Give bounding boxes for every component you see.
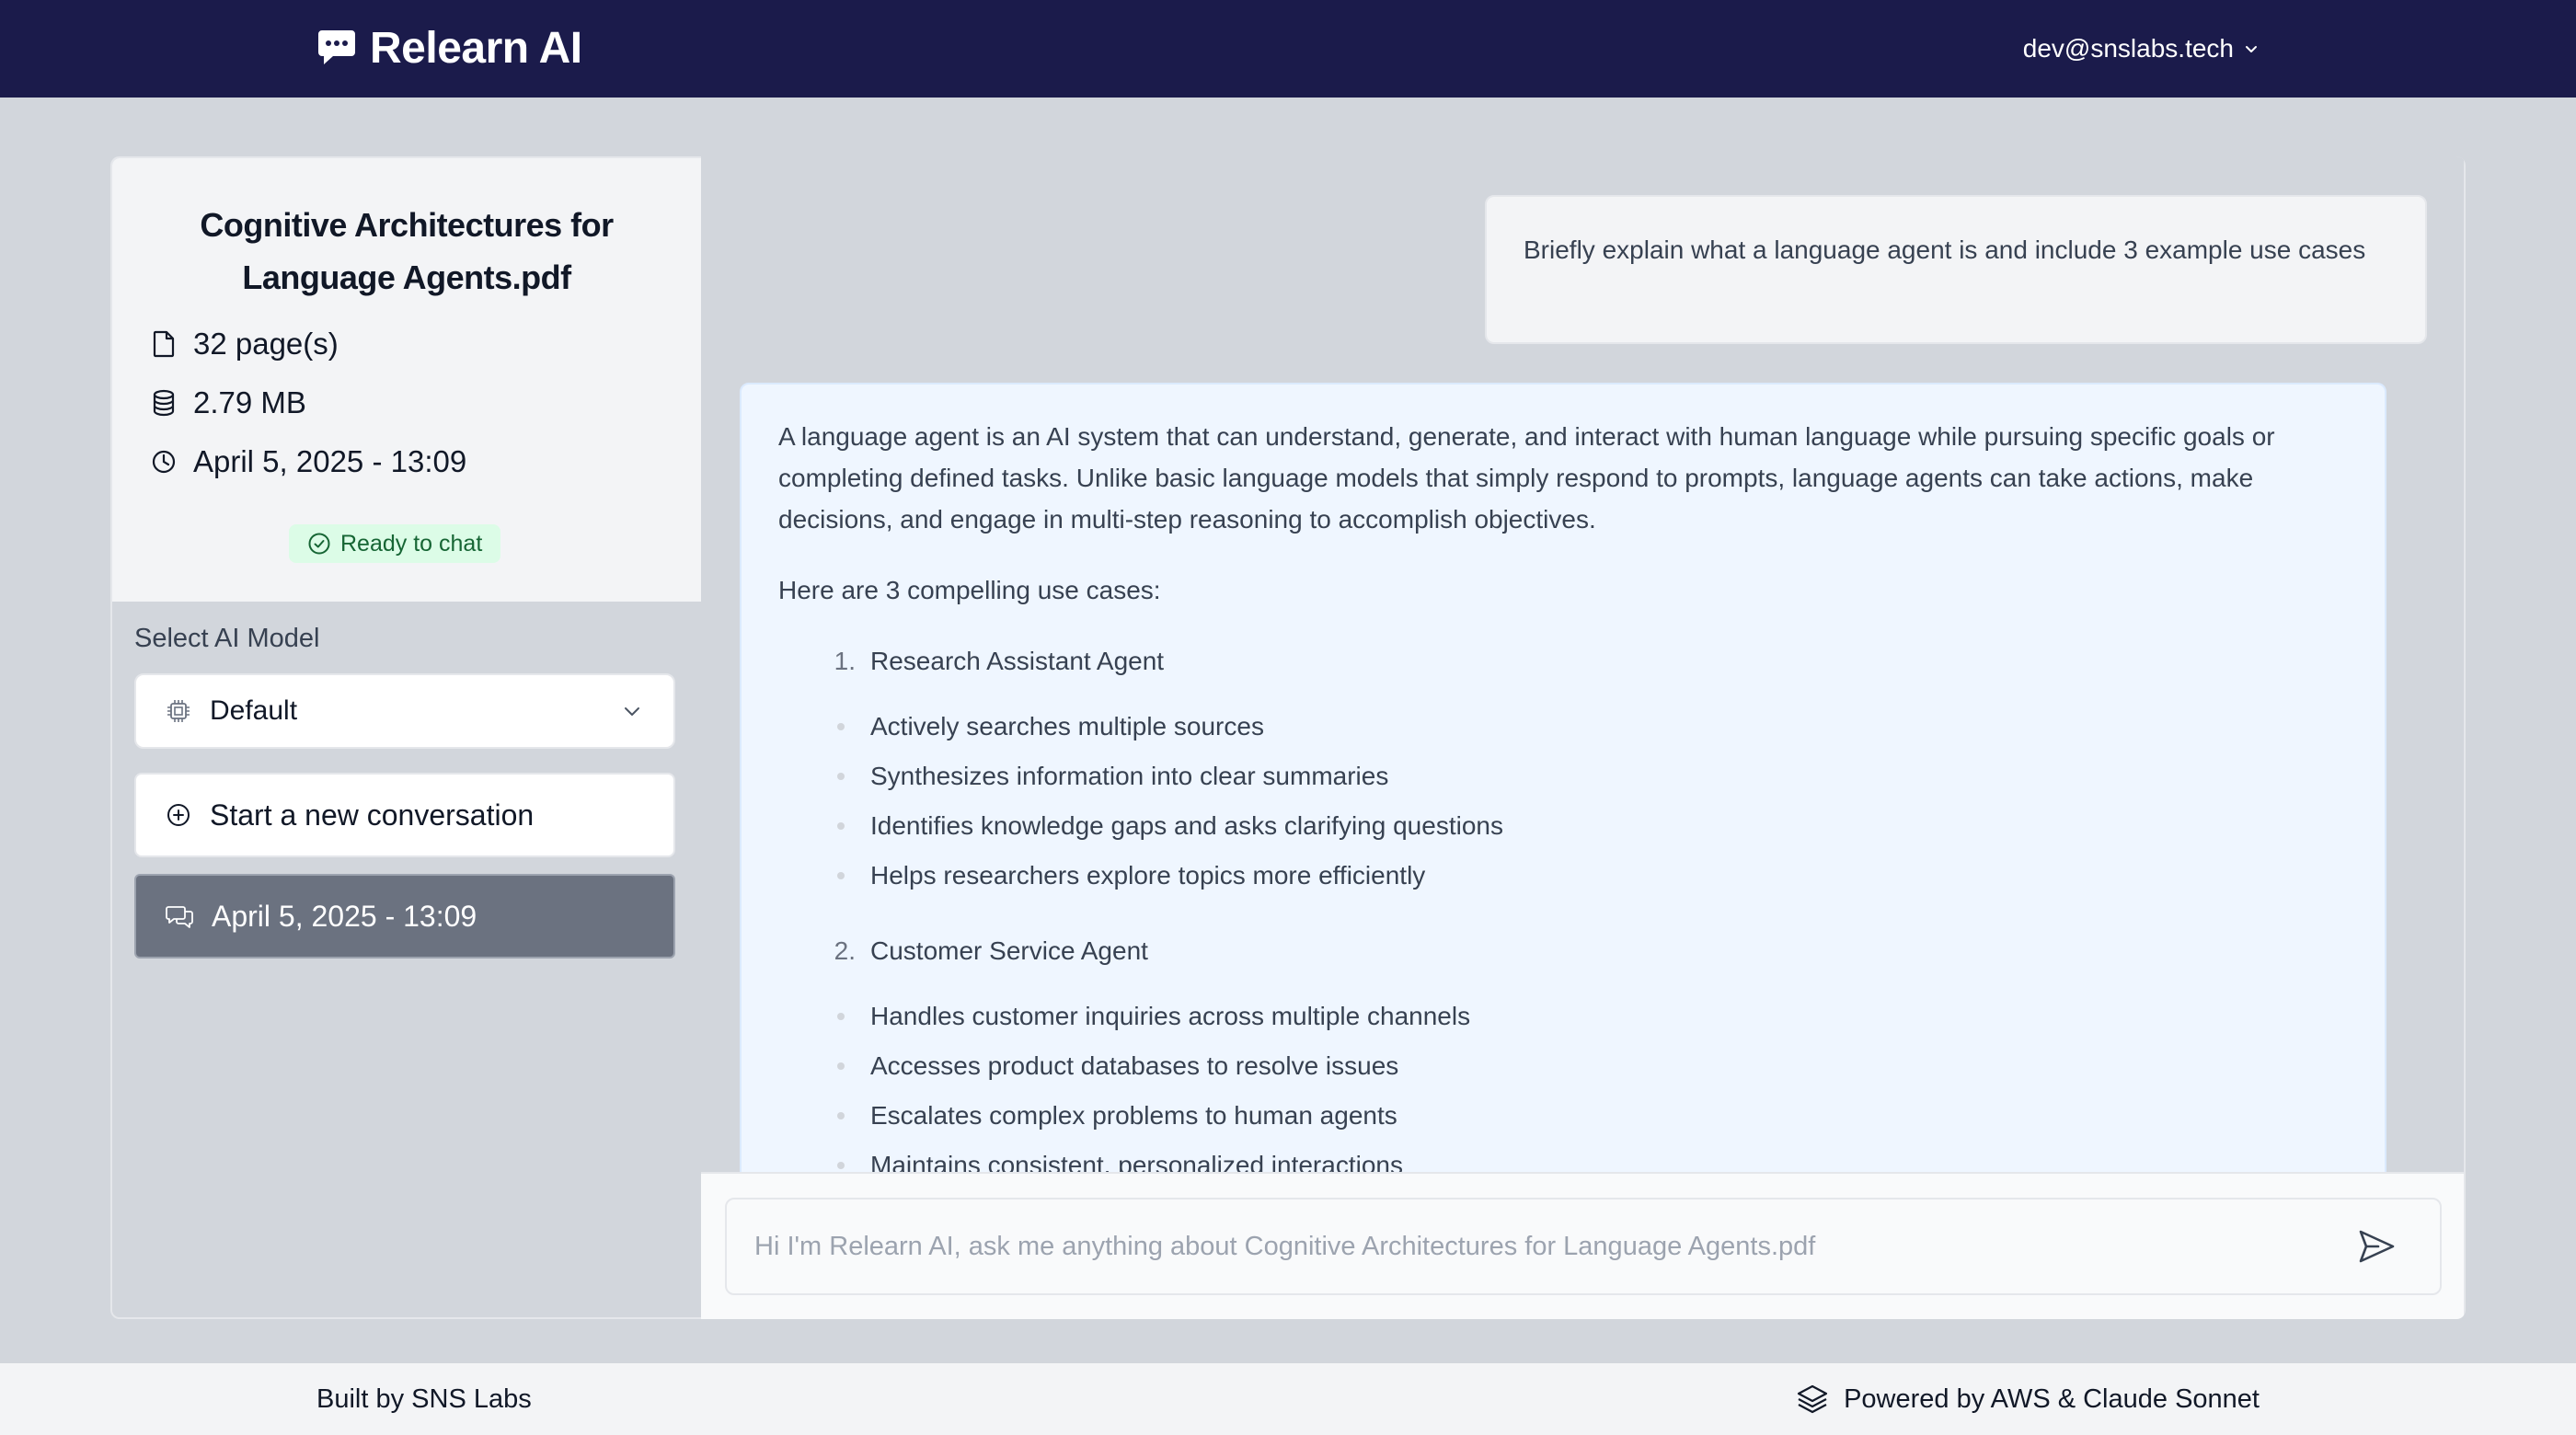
new-conversation-button[interactable]: Start a new conversation (134, 773, 675, 857)
footer-powered-by: Powered by AWS & Claude Sonnet (1796, 1363, 2260, 1435)
app-footer: Built by SNS Labs Powered by AWS & Claud… (0, 1363, 2576, 1435)
sidebar-controls: Ready to chat Select AI Model Default St… (110, 156, 701, 1319)
cpu-icon (166, 698, 191, 724)
main-card-overlay: Ready to chat Select AI Model Default St… (110, 156, 2466, 1319)
chat-input-area (701, 1172, 2464, 1319)
user-email: dev@snslabs.tech (2022, 34, 2234, 63)
list-item: Helps researchers explore topics more ef… (837, 851, 2348, 901)
use-case-heading: 2. Customer Service Agent (778, 930, 2348, 971)
model-select-value: Default (210, 695, 298, 726)
list-item: Synthesizes information into clear summa… (837, 752, 2348, 801)
messages-icon (166, 903, 193, 929)
use-case-title: Customer Service Agent (870, 936, 1148, 965)
status-badge: Ready to chat (289, 524, 501, 563)
list-item: Maintains consistent, personalized inter… (837, 1141, 2348, 1172)
layers-icon (1796, 1383, 1829, 1416)
use-case-points: Actively searches multiple sources Synth… (778, 702, 2348, 901)
conversation-item[interactable]: April 5, 2025 - 13:09 (134, 874, 675, 959)
model-select-label: Select AI Model (134, 624, 320, 653)
chat-bubble-icon (316, 29, 357, 67)
user-menu[interactable]: dev@snslabs.tech (2023, 28, 2260, 70)
chevron-down-icon (620, 699, 644, 723)
footer-powered-text: Powered by AWS & Claude Sonnet (1844, 1383, 2260, 1414)
chat-input-box (725, 1198, 2442, 1295)
footer-credit: Built by SNS Labs (316, 1383, 532, 1414)
list-item: Identifies knowledge gaps and asks clari… (837, 801, 2348, 851)
use-case-title: Research Assistant Agent (870, 647, 1165, 675)
use-case-number: 1. (834, 647, 856, 675)
use-case-heading: 1. Research Assistant Agent (778, 640, 2348, 682)
brand-name: Relearn AI (370, 23, 582, 73)
use-case-points: Handles customer inquiries across multip… (778, 992, 2348, 1172)
plus-circle-icon (166, 802, 191, 828)
send-icon (2356, 1226, 2397, 1267)
message-list[interactable]: Briefly explain what a language agent is… (701, 156, 2464, 1172)
user-message: Briefly explain what a language agent is… (1485, 195, 2427, 344)
list-item: Handles customer inquiries across multip… (837, 992, 2348, 1041)
brand[interactable]: Relearn AI (316, 20, 582, 75)
list-item: Accesses product databases to resolve is… (837, 1041, 2348, 1091)
conversation-item-label: April 5, 2025 - 13:09 (212, 899, 477, 933)
use-case-number: 2. (834, 936, 856, 965)
model-select[interactable]: Default (134, 673, 675, 749)
assistant-intro-paragraph: A language agent is an AI system that ca… (778, 422, 2275, 534)
list-item: Actively searches multiple sources (837, 702, 2348, 752)
list-item: Escalates complex problems to human agen… (837, 1091, 2348, 1141)
chevron-down-icon (2243, 40, 2260, 57)
check-circle-icon (307, 532, 331, 556)
use-cases-intro: Here are 3 compelling use cases: (778, 576, 1161, 604)
status-text: Ready to chat (340, 530, 483, 557)
send-button[interactable] (2355, 1225, 2398, 1268)
app-header: Relearn AI dev@snslabs.tech (0, 0, 2576, 98)
chat-input[interactable] (754, 1200, 2318, 1293)
new-conversation-label: Start a new conversation (210, 798, 535, 832)
assistant-message: A language agent is an AI system that ca… (740, 383, 2386, 1172)
chat-panel: Briefly explain what a language agent is… (701, 156, 2464, 1319)
